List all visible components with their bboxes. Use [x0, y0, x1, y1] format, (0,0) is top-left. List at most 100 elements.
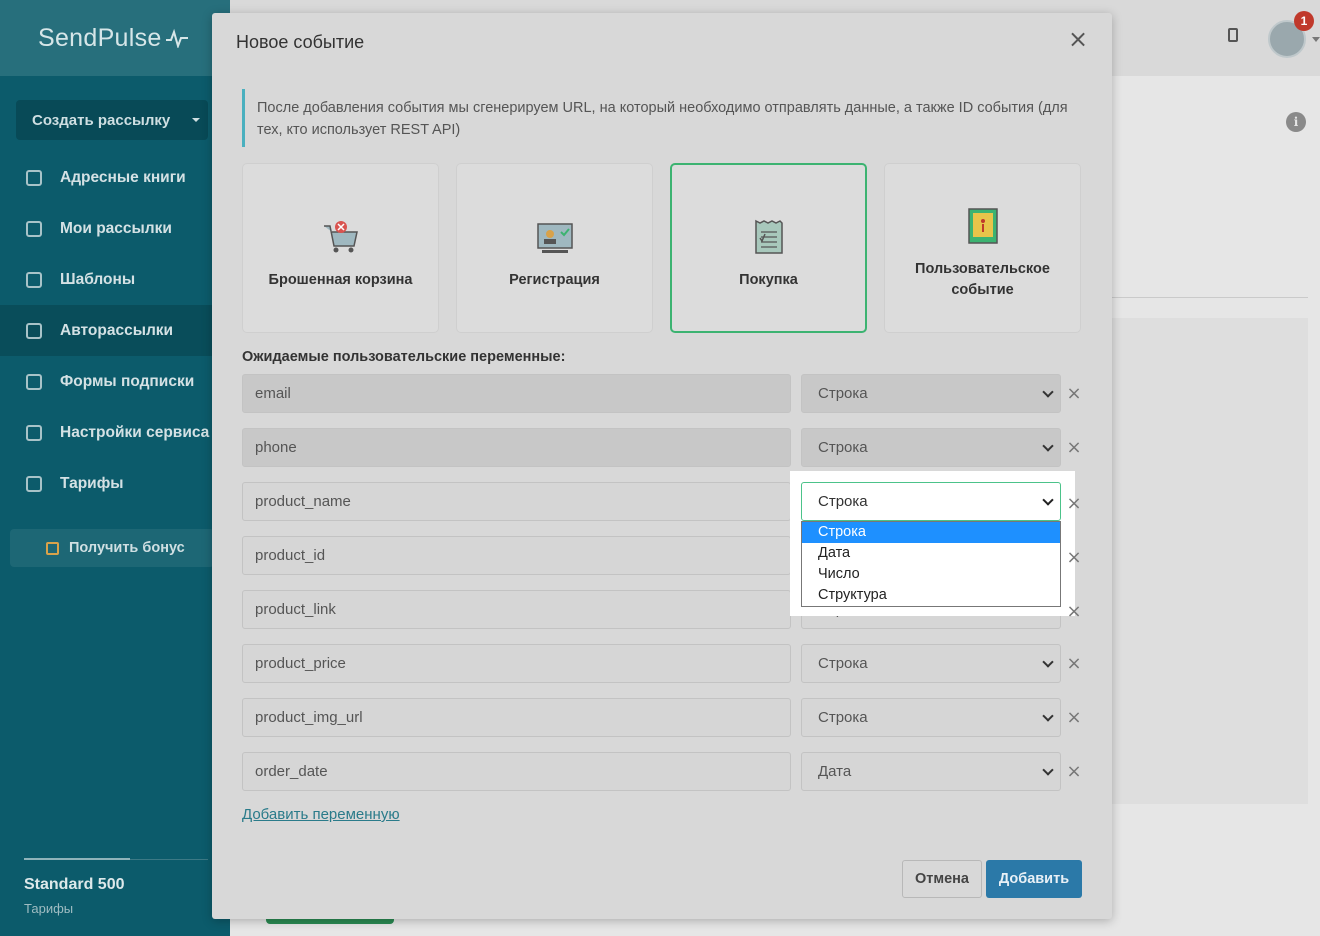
gift-icon	[46, 541, 59, 555]
variable-name-input: phone	[242, 428, 791, 467]
cart-icon	[323, 220, 358, 252]
variable-type-select: Строка	[801, 428, 1061, 467]
sidebar-item-automations[interactable]: Авторассылки	[0, 305, 230, 356]
cancel-button[interactable]: Отмена	[902, 860, 982, 898]
chevron-down-icon	[1042, 440, 1054, 452]
get-bonus-label: Получить бонус	[69, 540, 185, 556]
sidebar: SendPulse Создать рассылку Адресные книг…	[0, 0, 230, 936]
dropdown-option[interactable]: Число	[802, 564, 1060, 585]
event-card-purchase[interactable]: Покупка	[670, 163, 867, 333]
variable-type-value: Строка	[818, 709, 868, 726]
variable-row: phone Строка ×	[242, 428, 1082, 467]
close-icon[interactable]: ×	[1068, 27, 1088, 51]
logo-text: SendPulse	[38, 23, 162, 52]
chevron-down-icon	[1042, 764, 1054, 776]
sidebar-item-templates[interactable]: Шаблоны	[0, 254, 230, 305]
variable-type-value: Строка	[818, 439, 868, 456]
divider	[1112, 297, 1308, 298]
chevron-down-icon	[1042, 656, 1054, 668]
plan-pricing-link[interactable]: Тарифы	[24, 901, 73, 916]
variable-type-select-open[interactable]: Строка	[801, 482, 1061, 521]
variable-name-input[interactable]: order_date	[242, 752, 791, 791]
event-card-label: Пользовательское событие	[915, 261, 1050, 298]
variable-type-select: Строка	[801, 374, 1061, 413]
notification-badge[interactable]: 1	[1294, 11, 1314, 31]
event-card-custom[interactable]: Пользовательское событие	[884, 163, 1081, 333]
dropdown-option[interactable]: Структура	[802, 585, 1060, 606]
address-book-icon	[26, 169, 42, 186]
remove-icon[interactable]: ×	[1066, 602, 1082, 622]
variable-type-value: Строка	[818, 493, 868, 510]
plan-progress	[24, 858, 208, 860]
event-card-label: Брошенная корзина	[268, 271, 413, 288]
create-campaign-label: Создать рассылку	[32, 111, 171, 129]
variable-name-input[interactable]: product_id	[242, 536, 791, 575]
variable-name-input[interactable]: product_name	[242, 482, 791, 521]
receipt-icon	[754, 219, 783, 254]
dropdown-option[interactable]: Дата	[802, 543, 1060, 564]
forms-icon	[26, 373, 42, 390]
sidebar-item-pricing[interactable]: Тарифы	[0, 458, 230, 509]
pulse-icon	[165, 28, 188, 48]
sidebar-header: SendPulse	[0, 0, 230, 76]
info-notice: После добавления события мы сгенерируем …	[242, 89, 1082, 147]
plan-name: Standard 500	[24, 876, 125, 893]
variable-type-select[interactable]: Строка	[801, 698, 1061, 737]
event-card-label: Регистрация	[509, 271, 600, 288]
sidebar-item-label: Тарифы	[60, 474, 124, 492]
variable-row: product_price Строка ×	[242, 644, 1082, 683]
variable-row: product_img_url Строка ×	[242, 698, 1082, 737]
sidebar-item-label: Шаблоны	[60, 270, 136, 288]
remove-icon[interactable]: ×	[1066, 494, 1082, 514]
variable-type-value: Строка	[818, 655, 868, 672]
logo[interactable]: SendPulse	[38, 24, 188, 53]
add-variable-link[interactable]: Добавить переменную	[242, 806, 400, 823]
remove-icon[interactable]: ×	[1066, 762, 1082, 782]
sidebar-item-settings[interactable]: Настройки сервиса	[0, 407, 230, 458]
variable-row: email Строка ×	[242, 374, 1082, 413]
chevron-down-icon[interactable]	[192, 118, 200, 122]
event-type-cards: Брошенная корзина Регистрация Покупка По…	[242, 163, 1082, 333]
chevron-down-icon[interactable]	[1312, 37, 1320, 42]
modal-title: Новое событие	[236, 32, 365, 52]
variable-type-select[interactable]: Строка	[801, 644, 1061, 683]
variable-type-select[interactable]: Дата	[801, 752, 1061, 791]
variable-name-input[interactable]: product_img_url	[242, 698, 791, 737]
add-button[interactable]: Добавить	[986, 860, 1082, 898]
variable-name-input: email	[242, 374, 791, 413]
templates-icon	[26, 271, 42, 288]
sidebar-item-forms[interactable]: Формы подписки	[0, 356, 230, 407]
variable-name-input[interactable]: product_price	[242, 644, 791, 683]
variable-name-input[interactable]: product_link	[242, 590, 791, 629]
remove-icon[interactable]: ×	[1066, 384, 1082, 404]
info-icon[interactable]: i	[1286, 112, 1306, 132]
variable-type-value: Строка	[818, 385, 868, 402]
event-card-abandoned-cart[interactable]: Брошенная корзина	[242, 163, 439, 333]
dropdown-option[interactable]: Строка	[802, 522, 1060, 543]
chevron-down-icon	[1042, 494, 1054, 506]
sidebar-item-address-books[interactable]: Адресные книги	[0, 152, 230, 203]
sidebar-item-campaigns[interactable]: Мои рассылки	[0, 203, 230, 254]
automation-icon	[26, 322, 42, 339]
event-card-label: Покупка	[739, 271, 798, 288]
mobile-icon[interactable]	[1228, 28, 1238, 42]
sidebar-menu: Адресные книги Мои рассылки Шаблоны Авто…	[0, 152, 230, 509]
variable-type-value: Дата	[818, 763, 852, 780]
sidebar-item-label: Адресные книги	[60, 168, 186, 186]
type-dropdown-list: Строка Дата Число Структура	[801, 521, 1061, 607]
registration-icon	[536, 222, 573, 253]
sidebar-item-label: Авторассылки	[60, 321, 174, 339]
remove-icon[interactable]: ×	[1066, 708, 1082, 728]
remove-icon[interactable]: ×	[1066, 654, 1082, 674]
create-campaign-button[interactable]: Создать рассылку	[16, 100, 208, 140]
wallet-icon	[26, 475, 42, 492]
event-card-registration[interactable]: Регистрация	[456, 163, 653, 333]
remove-icon[interactable]: ×	[1066, 548, 1082, 568]
custom-event-icon	[967, 208, 998, 244]
background-panel	[1112, 318, 1308, 804]
sidebar-item-label: Формы подписки	[60, 372, 195, 390]
new-event-modal: Новое событие × После добавления события…	[212, 13, 1112, 919]
sidebar-item-label: Настройки сервиса	[60, 423, 210, 441]
remove-icon[interactable]: ×	[1066, 438, 1082, 458]
get-bonus-button[interactable]: Получить бонус	[10, 529, 214, 567]
